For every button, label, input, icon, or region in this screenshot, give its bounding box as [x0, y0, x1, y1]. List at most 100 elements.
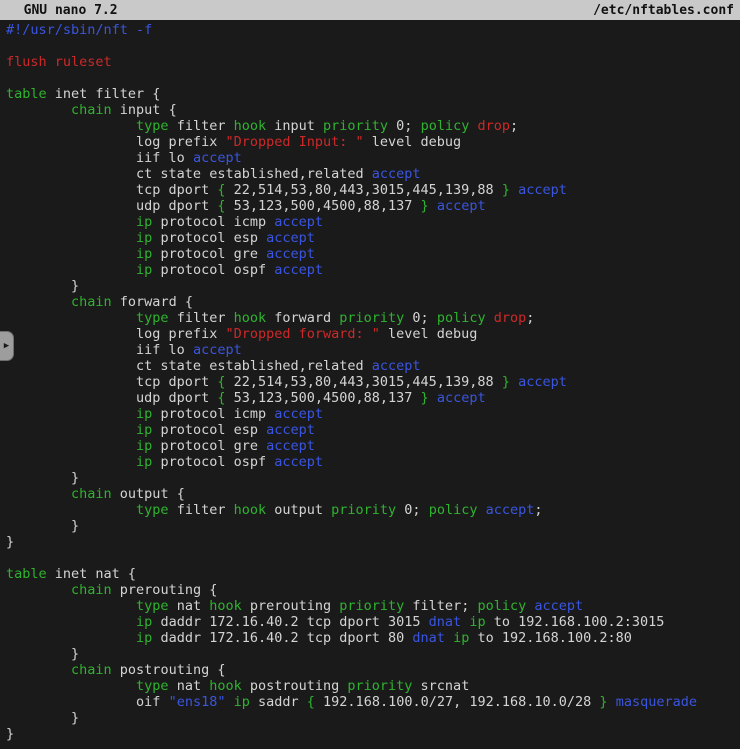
code-token: priority — [339, 310, 404, 326]
code-token: postrouting { — [112, 662, 226, 678]
code-token: filter — [169, 310, 234, 326]
code-token: inet filter { — [47, 86, 161, 102]
code-line: chain input { — [6, 102, 740, 118]
side-panel-handle[interactable]: ▶ — [0, 331, 14, 361]
code-token: 22,514,53,80,443,3015,445,139,88 — [225, 374, 501, 390]
code-line: flush ruleset — [6, 54, 740, 70]
code-token — [6, 630, 136, 646]
code-token: tcp dport — [6, 182, 217, 198]
code-token: policy — [477, 598, 526, 614]
code-line: } — [6, 710, 740, 726]
code-token: ip — [469, 614, 485, 630]
code-line: chain prerouting { — [6, 582, 740, 598]
code-token: type — [136, 598, 169, 614]
code-token: accept — [274, 454, 323, 470]
code-token: forward — [266, 310, 339, 326]
code-line: chain forward { — [6, 294, 740, 310]
code-token: input — [266, 118, 323, 134]
code-token: protocol esp — [152, 422, 266, 438]
code-line: ip protocol esp accept — [6, 230, 740, 246]
code-token: policy — [437, 310, 486, 326]
terminal-window: GNU nano 7.2 /etc/nftables.conf #!/usr/s… — [0, 0, 740, 749]
code-line: type filter hook forward priority 0; pol… — [6, 310, 740, 326]
code-token: udp dport — [6, 390, 217, 406]
code-token: } — [6, 278, 79, 294]
code-token: type — [136, 310, 169, 326]
code-line: ct state established,related accept — [6, 166, 740, 182]
code-token: filter — [169, 502, 234, 518]
code-token — [6, 310, 136, 326]
code-token: ip — [234, 694, 250, 710]
code-token: } — [421, 390, 429, 406]
code-line: } — [6, 278, 740, 294]
code-token — [6, 486, 71, 502]
code-token: type — [136, 502, 169, 518]
code-token — [6, 502, 136, 518]
code-line: tcp dport { 22,514,53,80,443,3015,445,13… — [6, 374, 740, 390]
code-token: priority — [331, 502, 396, 518]
code-line: ip protocol ospf accept — [6, 262, 740, 278]
code-token: masquerade — [616, 694, 697, 710]
code-token: ct state established,related — [6, 166, 372, 182]
code-token: hook — [234, 502, 267, 518]
code-line: chain output { — [6, 486, 740, 502]
code-token: 192.168.100.0/27, 192.168.10.0/28 — [315, 694, 599, 710]
code-token: "Dropped forward: " — [225, 326, 379, 342]
code-token: accept — [266, 438, 315, 454]
nano-app-title: GNU nano 7.2 — [8, 3, 118, 18]
editor[interactable]: #!/usr/sbin/nft -f flush ruleset table i… — [6, 22, 740, 749]
code-token — [6, 678, 136, 694]
code-token — [6, 214, 136, 230]
code-token: accept — [193, 342, 242, 358]
code-line: } — [6, 518, 740, 534]
code-line — [6, 550, 740, 566]
expand-arrow-icon: ▶ — [4, 342, 9, 351]
code-token: protocol icmp — [152, 214, 274, 230]
code-token: } — [6, 534, 14, 550]
code-token: prerouting — [242, 598, 340, 614]
code-line: type nat hook postrouting priority srcna… — [6, 678, 740, 694]
code-token: protocol gre — [152, 438, 266, 454]
code-token: } — [6, 646, 79, 662]
code-token: 0; — [404, 310, 437, 326]
code-token: daddr 172.16.40.2 tcp dport 3015 — [152, 614, 428, 630]
code-token: } — [421, 198, 429, 214]
code-token: udp dport — [6, 198, 217, 214]
code-token: table — [6, 566, 47, 582]
code-token: accept — [437, 198, 486, 214]
code-token: } — [6, 710, 79, 726]
code-token — [6, 422, 136, 438]
code-token — [6, 406, 136, 422]
code-token: to 192.168.100.2:80 — [469, 630, 632, 646]
code-token — [6, 662, 71, 678]
code-line: log prefix "Dropped Input: " level debug — [6, 134, 740, 150]
code-token: protocol esp — [152, 230, 266, 246]
code-token: srcnat — [412, 678, 469, 694]
code-token: iif lo — [6, 150, 193, 166]
code-token: ; — [534, 502, 542, 518]
code-token: protocol ospf — [152, 454, 274, 470]
code-line: #!/usr/sbin/nft -f — [6, 22, 740, 38]
code-token — [6, 454, 136, 470]
code-token: oif — [6, 694, 169, 710]
code-token — [429, 198, 437, 214]
code-token — [6, 118, 136, 134]
code-token: } — [6, 726, 14, 742]
code-token: 0; — [388, 118, 421, 134]
code-token: output — [266, 502, 331, 518]
code-token: hook — [234, 310, 267, 326]
code-token: accept — [274, 262, 323, 278]
code-token: ip — [136, 454, 152, 470]
code-token: accept — [486, 502, 535, 518]
code-line: type filter hook input priority 0; polic… — [6, 118, 740, 134]
code-token: ip — [136, 406, 152, 422]
code-token: ip — [136, 438, 152, 454]
code-token: priority — [323, 118, 388, 134]
code-token: ip — [136, 422, 152, 438]
code-token: hook — [234, 118, 267, 134]
code-line: udp dport { 53,123,500,4500,88,137 } acc… — [6, 198, 740, 214]
code-token — [510, 374, 518, 390]
code-token — [477, 502, 485, 518]
code-token — [6, 614, 136, 630]
code-token: ip — [136, 230, 152, 246]
